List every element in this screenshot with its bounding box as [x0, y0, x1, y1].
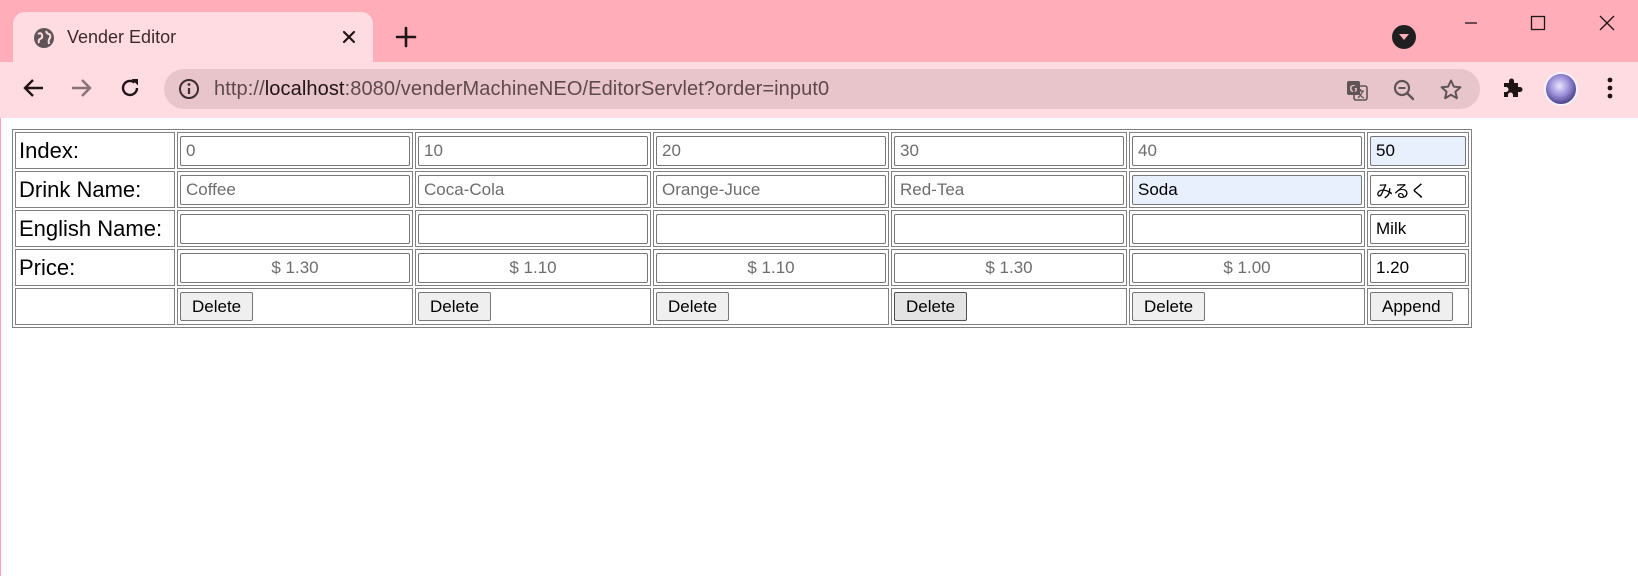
url-scheme: http://	[214, 78, 265, 100]
more-vert-icon	[1607, 77, 1613, 99]
info-icon[interactable]	[178, 78, 200, 100]
back-button[interactable]	[16, 70, 52, 106]
zoom-out-icon	[1393, 79, 1415, 101]
reload-button[interactable]	[112, 70, 148, 106]
maximize-button[interactable]	[1515, 8, 1561, 38]
drink-name-input[interactable]	[656, 174, 886, 205]
chevron-down-icon	[1399, 34, 1409, 40]
index-input[interactable]	[1132, 135, 1362, 166]
price-label: Price:	[15, 249, 175, 286]
url-path: :8080/venderMachineNEO/EditorServlet?ord…	[344, 78, 830, 100]
menu-button[interactable]	[1592, 70, 1628, 106]
zoom-button[interactable]	[1391, 77, 1417, 103]
drink-name-input[interactable]	[180, 174, 410, 205]
bookmark-button[interactable]	[1438, 77, 1464, 103]
star-icon	[1440, 79, 1462, 100]
window-close-button[interactable]	[1584, 8, 1630, 38]
price-input[interactable]	[180, 252, 410, 283]
arrow-left-icon	[23, 79, 43, 97]
index-input[interactable]	[656, 135, 886, 166]
minimize-button[interactable]	[1448, 8, 1494, 38]
extensions-button[interactable]	[1494, 70, 1530, 106]
index-input[interactable]	[418, 135, 648, 166]
browser-toolbar: http://localhost:8080/venderMachineNEO/E…	[0, 62, 1638, 118]
index-input[interactable]	[180, 135, 410, 166]
index-label: Index:	[15, 132, 175, 169]
translate-icon: G	[1347, 81, 1368, 101]
address-bar[interactable]: http://localhost:8080/venderMachineNEO/E…	[164, 69, 1480, 109]
new-price-input[interactable]	[1370, 252, 1466, 283]
delete-button[interactable]: Delete	[656, 292, 730, 321]
drink-name-input[interactable]	[1132, 174, 1362, 205]
price-input[interactable]	[894, 252, 1124, 283]
forward-button[interactable]	[63, 70, 99, 106]
drink-name-label: Drink Name:	[15, 171, 175, 208]
english-name-input[interactable]	[418, 213, 648, 244]
delete-button[interactable]: Delete	[894, 292, 968, 321]
puzzle-icon	[1504, 78, 1523, 97]
profile-avatar[interactable]	[1544, 72, 1578, 106]
new-index-input[interactable]	[1370, 135, 1466, 166]
vender-editor-table: Index: Drink Name: English Name:	[12, 129, 1472, 328]
drink-name-row: Drink Name:	[15, 171, 1469, 208]
browser-tab[interactable]: Vender Editor	[13, 12, 373, 63]
plus-icon	[395, 26, 417, 48]
page-content: Index: Drink Name: English Name:	[12, 129, 1472, 328]
price-input[interactable]	[656, 252, 886, 283]
drink-name-input[interactable]	[418, 174, 648, 205]
new-english-name-input[interactable]	[1370, 213, 1466, 244]
close-icon	[1599, 15, 1615, 31]
delete-button[interactable]: Delete	[180, 292, 254, 321]
delete-button[interactable]: Delete	[418, 292, 492, 321]
english-name-row: English Name:	[15, 210, 1469, 247]
new-tab-button[interactable]	[392, 23, 420, 51]
globe-icon	[34, 28, 54, 48]
english-name-input[interactable]	[1132, 213, 1362, 244]
english-name-input[interactable]	[180, 213, 410, 244]
english-name-input[interactable]	[656, 213, 886, 244]
english-name-input[interactable]	[894, 213, 1124, 244]
price-input[interactable]	[418, 252, 648, 283]
reload-icon	[121, 79, 139, 97]
index-input[interactable]	[894, 135, 1124, 166]
maximize-icon	[1530, 15, 1546, 31]
minimize-icon	[1465, 22, 1477, 24]
translate-button[interactable]: G	[1344, 77, 1370, 103]
english-name-label: English Name:	[15, 210, 175, 247]
empty-label-cell	[15, 288, 175, 325]
drink-name-input[interactable]	[894, 174, 1124, 205]
url-host: localhost	[264, 78, 345, 100]
index-row: Index:	[15, 132, 1469, 169]
price-input[interactable]	[1132, 252, 1362, 283]
browser-chrome: Vender Editor http://localhost:8080/vend…	[0, 0, 1638, 118]
window-border	[0, 118, 1, 576]
arrow-right-icon	[72, 79, 92, 97]
actions-row: Delete Delete Delete Delete Delete Appen…	[15, 288, 1469, 325]
append-button[interactable]: Append	[1370, 292, 1453, 321]
close-icon	[342, 30, 356, 44]
delete-button[interactable]: Delete	[1132, 292, 1206, 321]
tab-title: Vender Editor	[67, 27, 177, 47]
price-row: Price:	[15, 249, 1469, 286]
url-text[interactable]: http://localhost:8080/venderMachineNEO/E…	[214, 78, 829, 101]
tab-strip: Vender Editor	[0, 0, 1638, 63]
new-drink-name-input[interactable]	[1370, 174, 1466, 205]
close-tab-button[interactable]	[337, 25, 361, 49]
tab-search-button[interactable]	[1392, 25, 1416, 49]
